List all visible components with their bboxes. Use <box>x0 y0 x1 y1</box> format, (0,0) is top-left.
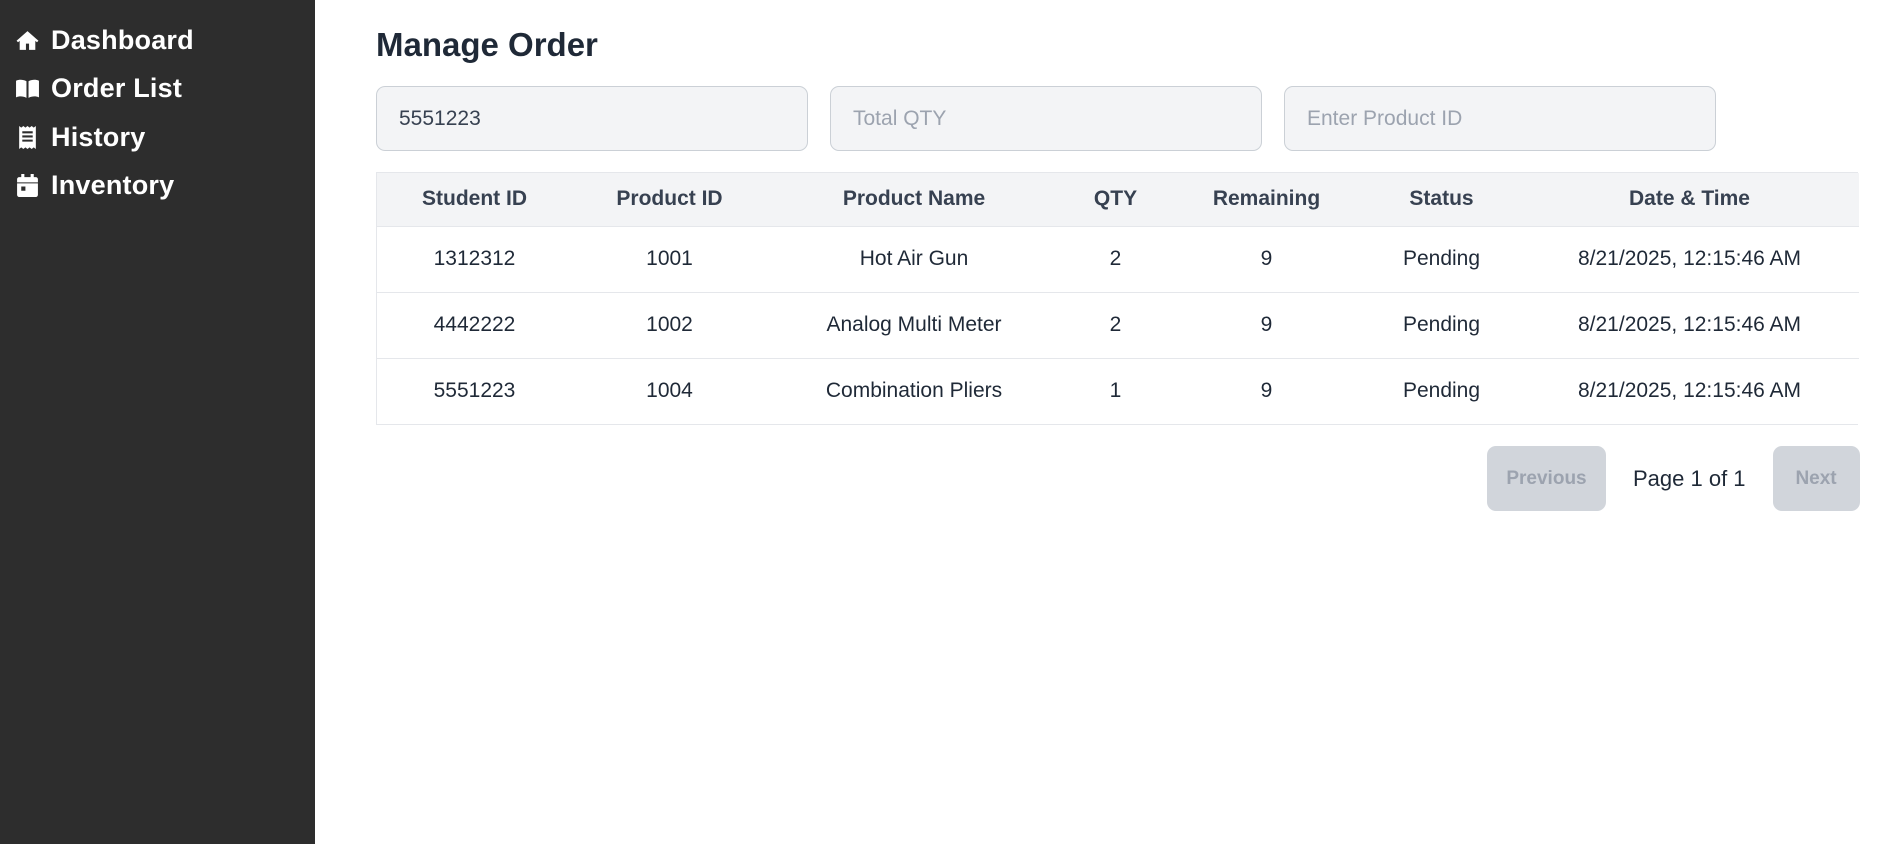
sidebar-item-history[interactable]: History <box>0 113 315 162</box>
product-id-input[interactable] <box>1284 86 1716 151</box>
table-cell: 9 <box>1260 313 1273 336</box>
table-cell: 1312312 <box>433 247 516 270</box>
table-cell: 2 <box>1109 313 1122 336</box>
orders-table: Student ID Product ID Product Name QTY R… <box>376 172 1859 425</box>
home-icon <box>14 27 40 53</box>
table-cell: 8/21/2025, 12:15:46 AM <box>1577 379 1801 403</box>
previous-button[interactable]: Previous <box>1487 446 1606 511</box>
receipt-icon <box>14 124 40 150</box>
table-cell: 1001 <box>646 247 693 270</box>
sidebar-item-label: Inventory <box>51 170 175 201</box>
column-header: Product Name <box>842 187 986 211</box>
page-title: Manage Order <box>376 26 598 63</box>
calendar-icon <box>14 173 40 199</box>
table-cell: 1004 <box>646 379 693 403</box>
sidebar-item-label: Dashboard <box>51 24 194 55</box>
table-cell: Hot Air Gun <box>859 247 969 270</box>
table-row: 1312312 1001 Hot Air Gun 2 9 Pending 8/2… <box>377 226 1859 292</box>
column-header: QTY <box>1093 187 1138 211</box>
table-cell: Pending <box>1402 247 1481 270</box>
sidebar: Dashboard Order List History Inventory <box>0 0 315 844</box>
table-cell: 4442222 <box>433 313 516 336</box>
next-button[interactable]: Next <box>1772 446 1860 511</box>
filter-bar <box>376 86 1879 151</box>
column-header: Date & Time <box>1629 187 1750 211</box>
table-cell: Combination Pliers <box>825 379 1003 403</box>
table-cell: Pending <box>1402 313 1481 336</box>
sidebar-item-inventory[interactable]: Inventory <box>0 162 315 211</box>
sidebar-item-label: Order List <box>51 73 183 104</box>
column-header: Remaining <box>1212 187 1321 211</box>
pagination: Previous Page 1 of 1 Next <box>1487 446 1860 511</box>
table-cell: 2 <box>1109 247 1122 270</box>
table-cell: 9 <box>1260 379 1273 403</box>
table-cell: 1002 <box>646 313 693 336</box>
column-header: Status <box>1409 187 1474 211</box>
table-cell: 8/21/2025, 12:15:46 AM <box>1577 313 1801 336</box>
student-id-input[interactable] <box>376 86 808 151</box>
column-header: Product ID <box>616 187 723 211</box>
page-indicator: Page 1 of 1 <box>1633 465 1746 491</box>
sidebar-item-label: History <box>51 121 146 152</box>
table-header-row: Student ID Product ID Product Name QTY R… <box>377 173 1859 226</box>
sidebar-item-order-list[interactable]: Order List <box>0 65 315 114</box>
table-row: 5551223 1004 Combination Pliers 1 9 Pend… <box>377 358 1859 424</box>
main-content: Manage Order Student ID Product ID Produ… <box>315 0 1879 844</box>
app-root: Dashboard Order List History Inventory M… <box>0 0 1879 844</box>
total-qty-input[interactable] <box>830 86 1262 151</box>
table-cell: 9 <box>1260 247 1273 270</box>
table-cell: Analog Multi Meter <box>826 313 1002 336</box>
table-cell: Pending <box>1402 379 1481 403</box>
table-cell: 1 <box>1109 379 1122 403</box>
column-header: Student ID <box>422 187 527 211</box>
book-icon <box>14 76 40 102</box>
table-cell: 8/21/2025, 12:15:46 AM <box>1577 247 1801 270</box>
table-cell: 5551223 <box>433 379 516 403</box>
sidebar-item-dashboard[interactable]: Dashboard <box>0 16 315 65</box>
table-row: 4442222 1002 Analog Multi Meter 2 9 Pend… <box>377 292 1859 358</box>
